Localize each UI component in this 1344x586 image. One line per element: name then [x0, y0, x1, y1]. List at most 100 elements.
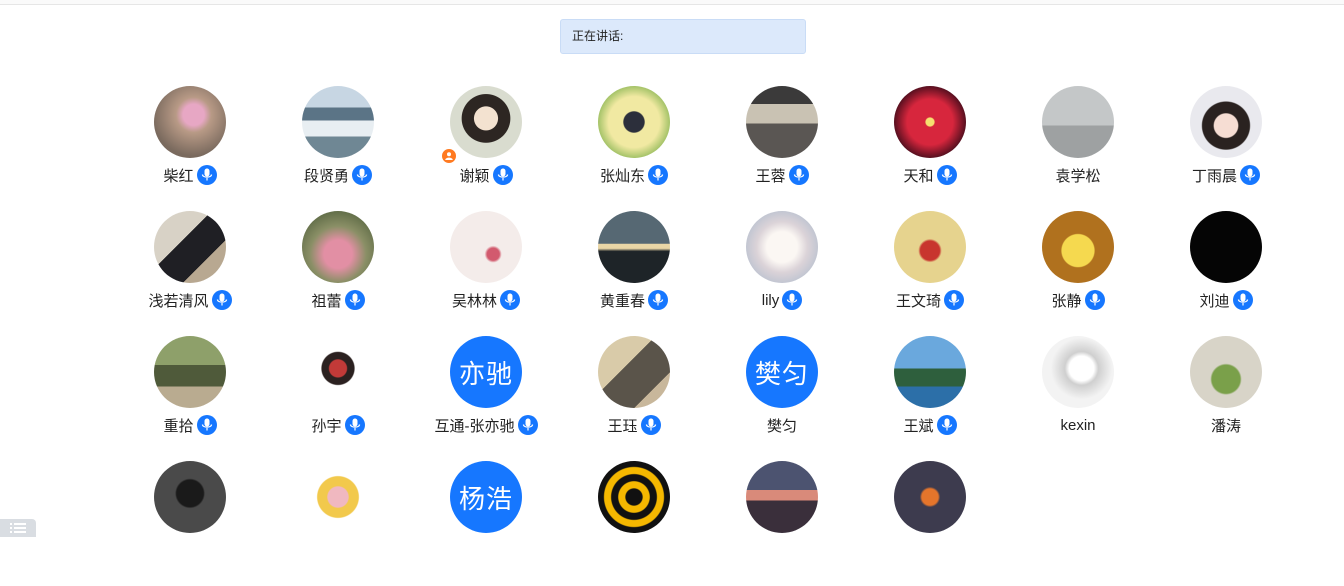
microphone-icon[interactable]	[344, 290, 365, 310]
participant-tile[interactable]	[264, 461, 412, 586]
participant-name-row: 谢颖	[459, 164, 513, 186]
participant-name: 丁雨晨	[1191, 167, 1237, 185]
participant-name-row: 张静	[1051, 289, 1105, 311]
participant-grid: 柴红 段贤勇 谢颖 张灿东 王蓉 天和 袁学松 丁雨晨浅若清风 祖蕾 吴林林 黄重春 lily 王文琦 张…	[116, 86, 1300, 586]
participant-name-row: 柴红	[163, 164, 217, 186]
participant-avatar[interactable]	[746, 211, 818, 283]
microphone-icon[interactable]	[196, 415, 217, 435]
participant-avatar[interactable]	[1042, 336, 1114, 408]
participant-avatar[interactable]	[1190, 86, 1262, 158]
participant-avatar[interactable]	[450, 211, 522, 283]
participant-tile[interactable]	[708, 461, 856, 586]
participant-tile[interactable]: 浅若清风	[116, 211, 264, 336]
participant-tile[interactable]: 樊匀 樊匀	[708, 336, 856, 461]
participant-name: 王文琦	[895, 292, 941, 310]
microphone-icon[interactable]	[500, 290, 520, 310]
participant-tile[interactable]: 孙宇	[264, 336, 412, 461]
participant-tile[interactable]: 王蓉	[708, 86, 856, 211]
participant-tile[interactable]: 王文琦	[856, 211, 1004, 336]
participant-tile[interactable]: 黄重春	[560, 211, 708, 336]
participant-tile[interactable]: 刘迪	[1152, 211, 1300, 336]
participant-tile[interactable]: 吴林林	[412, 211, 560, 336]
participant-tile[interactable]: 重拾	[116, 336, 264, 461]
participant-avatar[interactable]	[1042, 211, 1114, 283]
participant-tile[interactable]	[116, 461, 264, 586]
participant-avatar[interactable]	[154, 336, 226, 408]
avatar-initials: 杨浩	[458, 483, 513, 514]
participant-name-row: 天和	[903, 164, 957, 186]
microphone-icon[interactable]	[1240, 165, 1260, 185]
participant-avatar[interactable]: 杨浩	[450, 461, 522, 533]
participant-name: kexin	[1060, 416, 1096, 434]
participant-tile[interactable]: 王珏	[560, 336, 708, 461]
participant-avatar[interactable]	[598, 461, 670, 533]
menu-toggle-button[interactable]	[0, 519, 36, 537]
participant-tile[interactable]: 张静	[1004, 211, 1152, 336]
participant-avatar[interactable]	[450, 86, 522, 158]
participant-name: 王蓉	[755, 167, 786, 185]
participant-tile[interactable]: 王斌	[856, 336, 1004, 461]
participant-avatar[interactable]	[302, 336, 374, 408]
participant-tile[interactable]: 张灿东	[560, 86, 708, 211]
participant-avatar[interactable]: 樊匀	[746, 336, 818, 408]
microphone-icon[interactable]	[936, 165, 957, 185]
participant-avatar[interactable]	[894, 86, 966, 158]
participant-avatar[interactable]	[154, 211, 226, 283]
participant-avatar[interactable]	[1190, 211, 1262, 283]
participant-tile[interactable]: 丁雨晨	[1152, 86, 1300, 211]
participant-avatar[interactable]	[598, 211, 670, 283]
participant-avatar[interactable]	[746, 86, 818, 158]
participant-tile[interactable]: 天和	[856, 86, 1004, 211]
microphone-icon[interactable]	[1084, 290, 1105, 310]
participant-tile[interactable]: kexin	[1004, 336, 1152, 461]
participant-name: 潘涛	[1210, 417, 1241, 435]
participant-tile[interactable]	[856, 461, 1004, 586]
participant-avatar[interactable]	[302, 86, 374, 158]
participant-avatar[interactable]	[746, 461, 818, 533]
participant-tile[interactable]: 柴红	[116, 86, 264, 211]
microphone-icon[interactable]	[492, 165, 513, 185]
microphone-icon[interactable]	[782, 290, 803, 310]
participant-avatar[interactable]	[598, 336, 670, 408]
participant-tile[interactable]: 袁学松	[1004, 86, 1152, 211]
participant-tile[interactable]: 谢颖	[412, 86, 560, 211]
microphone-icon[interactable]	[352, 165, 372, 185]
microphone-icon[interactable]	[1232, 290, 1253, 310]
participant-tile[interactable]: 段贤勇	[264, 86, 412, 211]
microphone-icon[interactable]	[344, 415, 365, 435]
participant-name-row: 王文琦	[896, 289, 964, 311]
list-menu-icon	[10, 523, 26, 533]
participant-avatar[interactable]	[302, 461, 374, 533]
participant-name-row: 吴林林	[452, 289, 520, 311]
participant-avatar[interactable]	[1042, 86, 1114, 158]
microphone-icon[interactable]	[936, 415, 957, 435]
microphone-icon[interactable]	[648, 290, 668, 310]
participant-avatar[interactable]: 亦驰	[450, 336, 522, 408]
participant-tile[interactable]: 潘涛	[1152, 336, 1300, 461]
microphone-icon[interactable]	[517, 415, 538, 435]
participant-avatar[interactable]	[1190, 336, 1262, 408]
microphone-icon[interactable]	[211, 290, 232, 310]
participant-avatar[interactable]	[154, 461, 226, 533]
participant-name-row: 王斌	[903, 414, 957, 436]
participant-avatar[interactable]	[894, 211, 966, 283]
participant-tile[interactable]	[560, 461, 708, 586]
participant-tile[interactable]: lily	[708, 211, 856, 336]
microphone-icon[interactable]	[648, 165, 668, 185]
participant-avatar[interactable]	[894, 461, 966, 533]
microphone-icon[interactable]	[788, 165, 809, 185]
microphone-icon[interactable]	[640, 415, 661, 435]
participant-name: 段贤勇	[303, 167, 349, 185]
participant-name: 袁学松	[1055, 167, 1101, 185]
microphone-icon[interactable]	[196, 165, 217, 185]
microphone-icon[interactable]	[944, 290, 964, 310]
participant-tile[interactable]: 亦驰 互通-张亦驰	[412, 336, 560, 461]
participant-avatar[interactable]	[302, 211, 374, 283]
active-speaker-label: 正在讲话:	[572, 29, 624, 43]
participant-avatar[interactable]	[894, 336, 966, 408]
participant-tile[interactable]: 杨浩	[412, 461, 560, 586]
participant-tile[interactable]: 祖蕾	[264, 211, 412, 336]
participant-avatar[interactable]	[154, 86, 226, 158]
participant-avatar[interactable]	[598, 86, 670, 158]
top-toolbar-edge	[0, 0, 1344, 5]
